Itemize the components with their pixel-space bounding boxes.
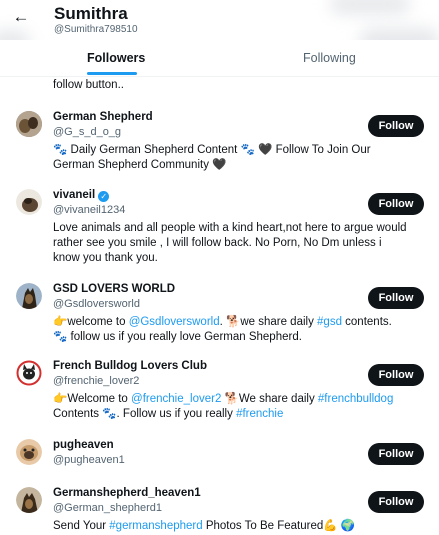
avatar[interactable] bbox=[16, 189, 42, 215]
user-bio: Send Your #germanshepherd Photos To Be F… bbox=[53, 519, 408, 535]
bio-text: 🐕We share daily bbox=[221, 393, 318, 405]
list-item[interactable]: French Bulldog Lovers Club @frenchie_lov… bbox=[0, 360, 439, 422]
bio-link[interactable]: @Gsdloversworld bbox=[129, 316, 220, 328]
partial-bio-text: follow button.. bbox=[53, 79, 124, 91]
user-name[interactable]: French Bulldog Lovers Club bbox=[53, 360, 207, 372]
user-name[interactable]: pugheaven bbox=[53, 439, 114, 451]
list-item[interactable]: vivaneil ✓ @vivaneil1234 Follow Love anim… bbox=[0, 189, 439, 269]
avatar[interactable] bbox=[16, 283, 42, 309]
follow-button[interactable]: Follow bbox=[368, 443, 424, 465]
user-name[interactable]: GSD LOVERS WORLD bbox=[53, 283, 175, 295]
active-tab-indicator bbox=[87, 72, 137, 75]
bio-link[interactable]: #germanshepherd bbox=[109, 520, 202, 532]
list-item[interactable]: German Shepherd @G_s_d_o_g Follow 🐾 Dail… bbox=[0, 111, 439, 173]
avatar[interactable] bbox=[16, 111, 42, 137]
blurred-background bbox=[330, 0, 410, 14]
bio-text: 👉welcome to bbox=[53, 316, 129, 328]
bio-link[interactable]: #gsd bbox=[317, 316, 342, 328]
bio-text: . 🐕we share daily bbox=[219, 316, 318, 328]
follow-tabs: Followers Following bbox=[0, 40, 439, 77]
profile-name: Sumithra bbox=[54, 4, 128, 23]
avatar[interactable] bbox=[16, 487, 42, 513]
avatar[interactable] bbox=[16, 439, 42, 465]
list-item[interactable]: Germanshepherd_heaven1 @German_shepherd1… bbox=[0, 487, 439, 535]
bio-text: Contents 🐾. Follow us if you really bbox=[53, 408, 237, 420]
list-item[interactable]: GSD LOVERS WORLD @Gsdloversworld Follow … bbox=[0, 283, 439, 345]
follow-button[interactable]: Follow bbox=[368, 193, 424, 215]
user-name[interactable]: German Shepherd bbox=[53, 111, 153, 123]
user-handle[interactable]: @German_shepherd1 bbox=[53, 502, 162, 514]
user-name-text[interactable]: vivaneil bbox=[53, 189, 95, 201]
user-name[interactable]: vivaneil ✓ bbox=[53, 189, 110, 202]
user-handle[interactable]: @vivaneil1234 bbox=[53, 204, 125, 216]
user-name[interactable]: Germanshepherd_heaven1 bbox=[53, 487, 201, 499]
user-bio: 👉Welcome to @frenchie_lover2 🐕We share d… bbox=[53, 392, 408, 422]
avatar[interactable] bbox=[16, 360, 42, 386]
user-bio: Love animals and all people with a kind … bbox=[53, 221, 408, 266]
bio-text: Send Your bbox=[53, 520, 110, 532]
bio-link[interactable]: @frenchie_lover2 bbox=[131, 393, 221, 405]
bio-text: 👉Welcome to bbox=[53, 393, 132, 405]
profile-handle: @Sumithra798510 bbox=[54, 24, 138, 35]
back-arrow-icon[interactable]: ← bbox=[10, 6, 32, 28]
follow-button[interactable]: Follow bbox=[368, 491, 424, 513]
user-handle[interactable]: @Gsdloversworld bbox=[53, 298, 140, 310]
follow-button[interactable]: Follow bbox=[368, 287, 424, 309]
bio-link[interactable]: #frenchbulldog bbox=[318, 393, 393, 405]
follow-button[interactable]: Follow bbox=[368, 115, 424, 137]
bio-link[interactable]: #frenchie bbox=[236, 408, 283, 420]
user-bio: 👉welcome to @Gsdloversworld. 🐕we share d… bbox=[53, 315, 408, 345]
bio-text: Love animals and all people with a kind … bbox=[53, 222, 407, 264]
bio-text: 🐾 Daily German Shepherd Content 🐾 🖤 Foll… bbox=[53, 144, 371, 171]
verified-badge-icon: ✓ bbox=[98, 191, 110, 202]
follow-button[interactable]: Follow bbox=[368, 364, 424, 386]
user-bio: 🐾 Daily German Shepherd Content 🐾 🖤 Foll… bbox=[53, 143, 408, 173]
list-item[interactable]: pugheaven @pugheaven1 Follow bbox=[0, 439, 439, 473]
user-handle[interactable]: @G_s_d_o_g bbox=[53, 126, 121, 138]
user-handle[interactable]: @frenchie_lover2 bbox=[53, 375, 139, 387]
user-handle[interactable]: @pugheaven1 bbox=[53, 454, 125, 466]
tab-following[interactable]: Following bbox=[303, 40, 356, 77]
